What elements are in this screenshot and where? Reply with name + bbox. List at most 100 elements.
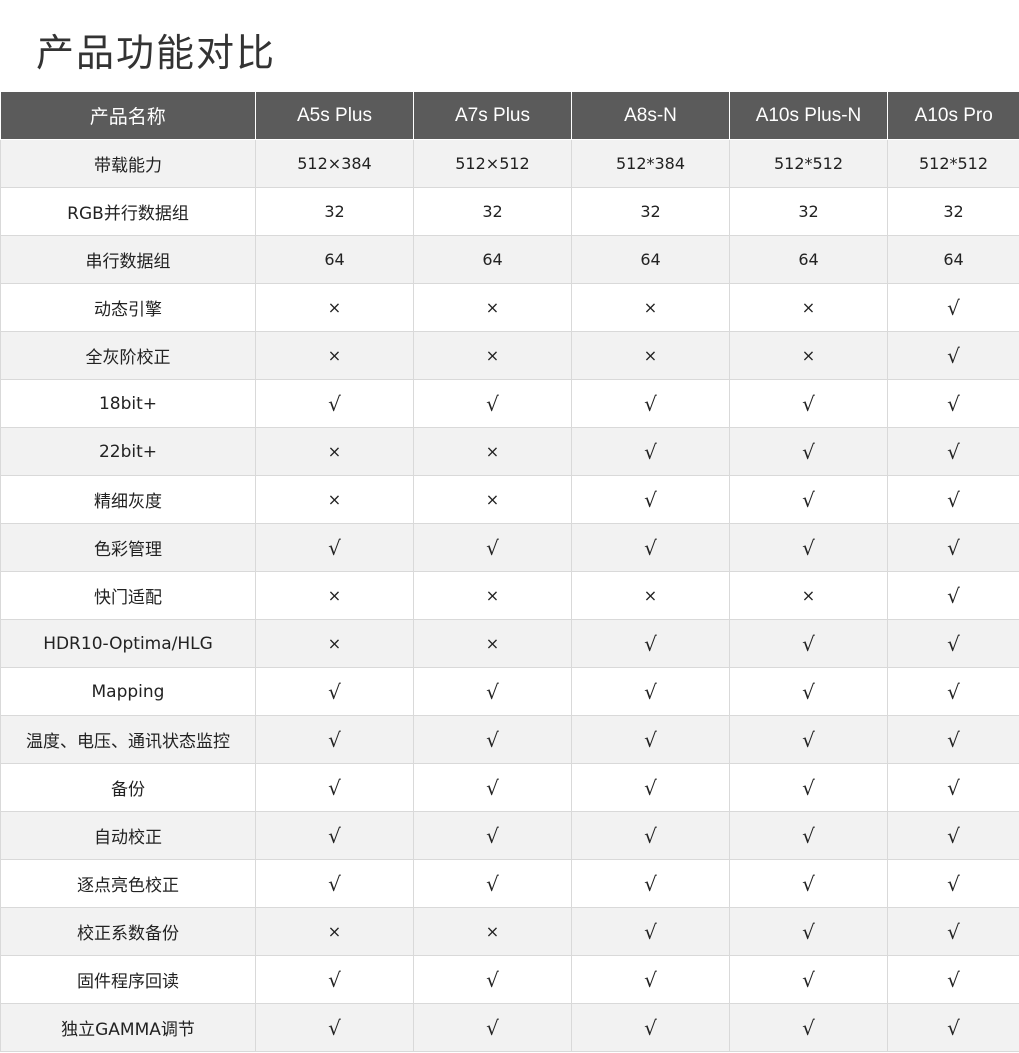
header-product-name: 产品名称 [0,92,256,140]
feature-cell: 备份 [0,763,256,812]
table-row: 温度、电压、通讯状态监控 √ √ √ √ √ [0,715,1019,764]
check-icon: √ [887,283,1019,332]
feature-cell: 色彩管理 [0,523,256,572]
check-icon: √ [413,811,572,860]
check-icon: √ [255,379,414,428]
check-icon: √ [413,715,572,764]
feature-cell: Mapping [0,667,256,716]
value-cell: 512*512 [729,139,888,188]
check-icon: √ [729,907,888,956]
header-row: 产品名称 A5s Plus A7s Plus A8s-N A10s Plus-N… [0,92,1019,140]
value-cell: 512*384 [571,139,730,188]
table-row: 串行数据组 64 64 64 64 64 [0,235,1019,284]
feature-cell: HDR10-Optima/HLG [0,619,256,668]
cross-icon: × [413,475,572,524]
check-icon: √ [887,763,1019,812]
cross-icon: × [729,283,888,332]
check-icon: √ [729,763,888,812]
value-cell: 512×512 [413,139,572,188]
check-icon: √ [729,859,888,908]
table-row: 独立GAMMA调节 √ √ √ √ √ [0,1003,1019,1052]
table-header: 产品名称 A5s Plus A7s Plus A8s-N A10s Plus-N… [0,92,1019,140]
value-cell: 64 [255,235,414,284]
value-cell: 64 [413,235,572,284]
check-icon: √ [887,379,1019,428]
check-icon: √ [571,1003,730,1052]
value-cell: 512×384 [255,139,414,188]
check-icon: √ [255,667,414,716]
check-icon: √ [571,763,730,812]
cross-icon: × [255,907,414,956]
value-cell: 64 [571,235,730,284]
table-row: 校正系数备份 × × √ √ √ [0,907,1019,956]
cross-icon: × [729,571,888,620]
check-icon: √ [887,619,1019,668]
cross-icon: × [255,331,414,380]
feature-cell: 精细灰度 [0,475,256,524]
check-icon: √ [887,475,1019,524]
check-icon: √ [887,331,1019,380]
feature-cell: 逐点亮色校正 [0,859,256,908]
check-icon: √ [729,715,888,764]
header-a5s-plus: A5s Plus [255,92,414,140]
cross-icon: × [729,331,888,380]
check-icon: √ [729,1003,888,1052]
check-icon: √ [729,955,888,1004]
cross-icon: × [413,571,572,620]
table-row: 自动校正 √ √ √ √ √ [0,811,1019,860]
cross-icon: × [255,571,414,620]
feature-cell: 串行数据组 [0,235,256,284]
feature-cell: 18bit+ [0,379,256,428]
table-row: 22bit+ × × √ √ √ [0,427,1019,476]
feature-cell: 自动校正 [0,811,256,860]
check-icon: √ [729,379,888,428]
check-icon: √ [255,1003,414,1052]
value-cell: 64 [887,235,1019,284]
check-icon: √ [255,523,414,572]
check-icon: √ [887,715,1019,764]
feature-cell: 带载能力 [0,139,256,188]
check-icon: √ [571,811,730,860]
value-cell: 64 [729,235,888,284]
check-icon: √ [571,955,730,1004]
check-icon: √ [729,427,888,476]
check-icon: √ [413,667,572,716]
check-icon: √ [571,379,730,428]
check-icon: √ [413,523,572,572]
table-row: 18bit+ √ √ √ √ √ [0,379,1019,428]
cross-icon: × [255,427,414,476]
header-a7s-plus: A7s Plus [413,92,572,140]
table-row: 备份 √ √ √ √ √ [0,763,1019,812]
feature-cell: 全灰阶校正 [0,331,256,380]
check-icon: √ [729,523,888,572]
table-row: Mapping √ √ √ √ √ [0,667,1019,716]
feature-cell: 快门适配 [0,571,256,620]
check-icon: √ [887,907,1019,956]
check-icon: √ [887,955,1019,1004]
check-icon: √ [571,475,730,524]
cross-icon: × [255,619,414,668]
check-icon: √ [255,811,414,860]
comparison-table: 产品名称 A5s Plus A7s Plus A8s-N A10s Plus-N… [0,92,1019,1052]
cross-icon: × [413,907,572,956]
check-icon: √ [255,859,414,908]
cross-icon: × [571,283,730,332]
feature-cell: 22bit+ [0,427,256,476]
table-row: RGB并行数据组 32 32 32 32 32 [0,187,1019,236]
value-cell: 32 [571,187,730,236]
cross-icon: × [571,331,730,380]
feature-cell: 校正系数备份 [0,907,256,956]
check-icon: √ [255,955,414,1004]
check-icon: √ [887,523,1019,572]
check-icon: √ [255,763,414,812]
check-icon: √ [729,619,888,668]
cross-icon: × [255,283,414,332]
check-icon: √ [413,379,572,428]
table-row: 带载能力 512×384 512×512 512*384 512*512 512*512 [0,139,1019,188]
check-icon: √ [571,619,730,668]
header-a8s-n: A8s-N [571,92,730,140]
check-icon: √ [255,715,414,764]
feature-cell: 固件程序回读 [0,955,256,1004]
header-a10s-pro: A10s Pro [887,92,1019,140]
check-icon: √ [729,811,888,860]
